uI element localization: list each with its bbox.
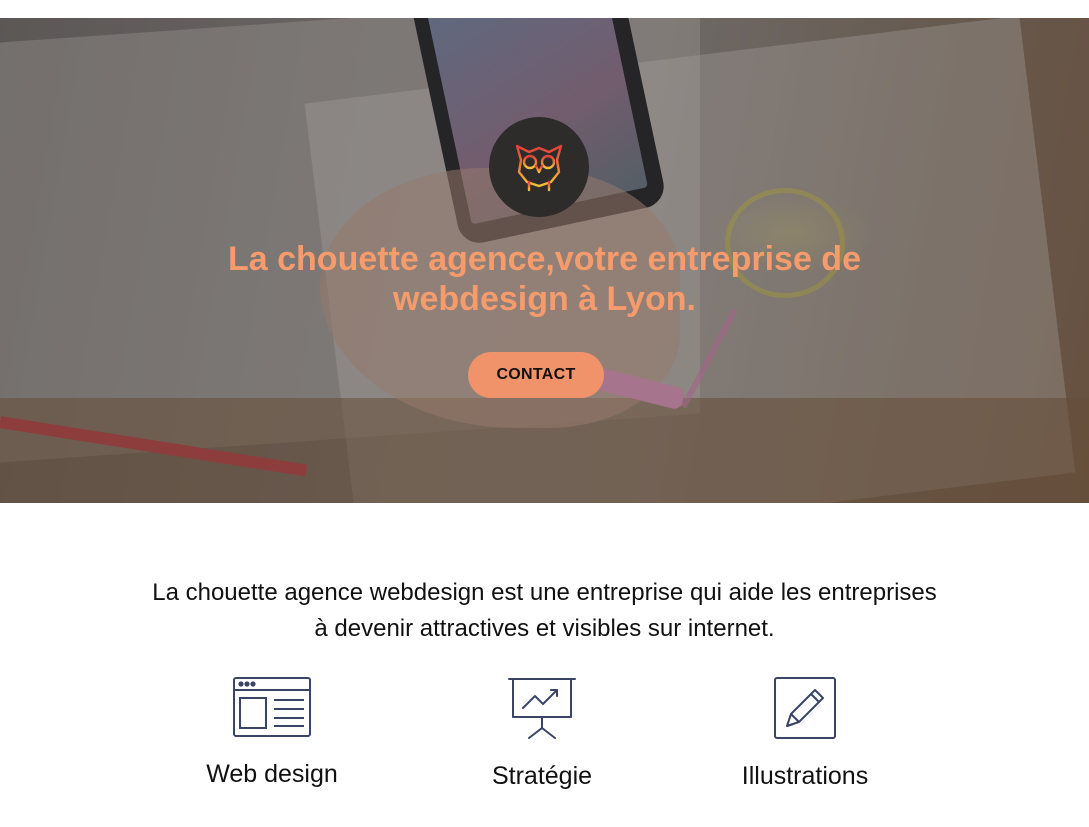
service-strategie: Stratégie [432, 676, 652, 791]
service-illustrations: Illustrations [695, 676, 915, 791]
intro-text: La chouette agence webdesign est une ent… [152, 579, 937, 642]
owl-logo [489, 117, 589, 217]
hero-title: La chouette agence,votre entreprise de w… [228, 240, 861, 318]
web-layout-icon [233, 677, 311, 737]
contact-button[interactable]: CONTACT [468, 352, 604, 398]
service-label: Illustrations [741, 762, 869, 790]
presentation-chart-icon [508, 678, 576, 739]
pencil-edit-icon [774, 677, 836, 739]
service-label: Stratégie [491, 762, 593, 790]
service-web-design: Web design [162, 676, 382, 789]
owl-icon [515, 144, 563, 194]
service-label: Web design [206, 760, 338, 788]
